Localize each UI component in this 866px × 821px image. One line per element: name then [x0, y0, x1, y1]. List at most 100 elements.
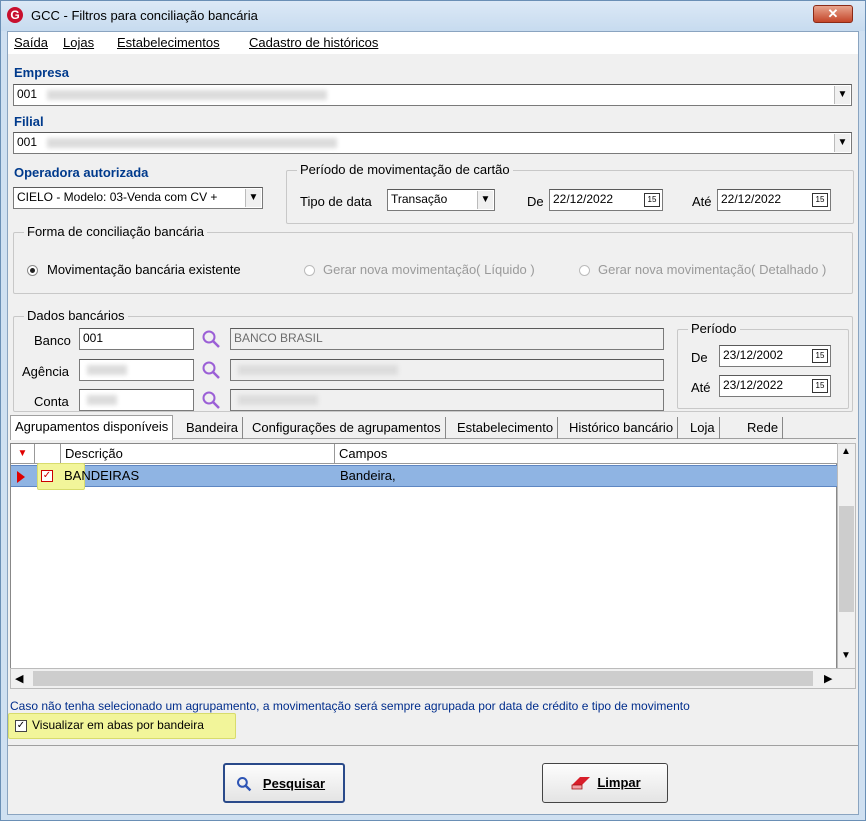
pesquisar-button[interactable]: Pesquisar	[223, 763, 345, 803]
tipo-data-value: Transação	[391, 192, 448, 206]
tab-estabelecimento[interactable]: Estabelecimento	[453, 417, 559, 439]
periodo-title: Período	[688, 321, 740, 336]
chevron-down-icon[interactable]: ▼	[477, 191, 493, 209]
divider	[8, 745, 858, 746]
search-icon[interactable]	[201, 360, 221, 380]
operadora-label: Operadora autorizada	[14, 165, 149, 180]
radio-gerar-liquido[interactable]	[304, 265, 315, 276]
tab-configuracoes[interactable]: Configurações de agrupamentos	[248, 417, 446, 439]
ate-date-value: 22/12/2022	[721, 192, 782, 206]
client-area: Saída Lojas Estabelecimentos Cadastro de…	[7, 31, 859, 815]
window-title: GCC - Filtros para conciliação bancária	[31, 8, 258, 23]
sort-indicator-icon[interactable]: ▼	[11, 444, 35, 464]
calendar-icon[interactable]: 15	[812, 379, 828, 393]
dados-bancarios-group: Dados bancários Banco 001 BANCO BRASIL A…	[13, 308, 853, 412]
option-gerar-detalhado[interactable]: Gerar nova movimentação( Detalhado )	[598, 262, 826, 277]
periodo-de-value: 23/12/2002	[723, 348, 784, 362]
tipo-data-select[interactable]: Transação ▼	[387, 189, 495, 211]
app-logo-icon: G	[7, 7, 23, 23]
de-label: De	[527, 194, 544, 209]
agencia-code-field[interactable]	[79, 359, 194, 381]
limpar-label: Limpar	[597, 775, 641, 790]
close-button[interactable]: ✕	[813, 5, 853, 23]
banco-label: Banco	[34, 333, 71, 348]
menu-bar: Saída Lojas Estabelecimentos Cadastro de…	[8, 32, 858, 54]
operadora-value: CIELO - Modelo: 03-Venda com CV +	[17, 190, 218, 204]
visualizar-label[interactable]: Visualizar em abas por bandeira	[32, 718, 204, 732]
tab-bar: Agrupamentos disponíveis Bandeira Config…	[10, 415, 856, 440]
horizontal-scrollbar[interactable]: ◀ ▶	[10, 668, 856, 689]
filial-label: Filial	[14, 114, 44, 129]
search-icon[interactable]	[201, 329, 221, 349]
tab-rede[interactable]: Rede	[735, 417, 784, 439]
filial-value: 001	[17, 135, 38, 149]
tab-agrupamentos[interactable]: Agrupamentos disponíveis	[10, 415, 174, 440]
filial-select[interactable]: 001 ▼	[13, 132, 852, 154]
calendar-icon[interactable]: 15	[812, 349, 828, 363]
grid-header-campos[interactable]: Campos	[335, 444, 838, 464]
periodo-group: Período De 23/12/2002 15 Até 23/12/2022 …	[677, 321, 849, 409]
scroll-thumb[interactable]	[839, 506, 854, 612]
conta-name-field	[230, 389, 664, 411]
radio-gerar-detalhado[interactable]	[579, 265, 590, 276]
visualizar-checkbox[interactable]: ✓	[15, 720, 27, 732]
current-row-arrow-icon	[17, 471, 25, 483]
menu-saida[interactable]: Saída	[14, 35, 48, 50]
forma-conciliacao-group: Forma de conciliação bancária Movimentaç…	[13, 224, 853, 294]
periodo-de-label: De	[691, 350, 708, 365]
de-date-value: 22/12/2022	[553, 192, 614, 206]
eraser-icon	[571, 777, 590, 790]
conta-label: Conta	[34, 394, 69, 409]
empresa-value: 001	[17, 87, 38, 101]
agencia-label: Agência	[22, 364, 69, 379]
calendar-icon[interactable]: 15	[812, 193, 828, 207]
scroll-down-icon[interactable]: ▼	[841, 650, 851, 661]
scroll-up-icon[interactable]: ▲	[841, 446, 851, 457]
empresa-label: Empresa	[14, 65, 69, 80]
scroll-right-icon[interactable]: ▶	[824, 672, 832, 685]
periodo-de-field[interactable]: 23/12/2002 15	[719, 345, 831, 367]
chevron-down-icon[interactable]: ▼	[834, 86, 850, 104]
row-checkbox[interactable]: ✓	[41, 470, 53, 482]
menu-estabelecimentos[interactable]: Estabelecimentos	[117, 35, 220, 50]
limpar-button[interactable]: Limpar	[542, 763, 668, 803]
periodo-movimentacao-group: Período de movimentação de cartão Tipo d…	[286, 162, 854, 224]
ate-label: Até	[692, 194, 712, 209]
banco-name-field: BANCO BRASIL	[230, 328, 664, 350]
forma-conciliacao-title: Forma de conciliação bancária	[24, 224, 208, 239]
vertical-scrollbar[interactable]: ▲ ▼	[837, 443, 856, 689]
ate-date-field[interactable]: 22/12/2022 15	[717, 189, 831, 211]
operadora-select[interactable]: CIELO - Modelo: 03-Venda com CV + ▼	[13, 187, 263, 209]
scroll-left-icon[interactable]: ◀	[15, 672, 23, 685]
radio-movimentacao-existente[interactable]	[27, 265, 38, 276]
periodo-movimentacao-title: Período de movimentação de cartão	[297, 162, 513, 177]
empresa-select[interactable]: 001 ▼	[13, 84, 852, 106]
chevron-down-icon[interactable]: ▼	[834, 134, 850, 152]
scroll-thumb[interactable]	[33, 671, 813, 686]
tab-historico-bancario[interactable]: Histórico bancário	[565, 417, 679, 439]
de-date-field[interactable]: 22/12/2022 15	[549, 189, 663, 211]
option-movimentacao-existente[interactable]: Movimentação bancária existente	[47, 262, 241, 277]
banco-code-value: 001	[83, 331, 104, 345]
grid-header-descricao[interactable]: Descrição	[61, 444, 335, 464]
tab-loja[interactable]: Loja	[686, 417, 720, 439]
periodo-ate-label: Até	[691, 380, 711, 395]
dados-bancarios-title: Dados bancários	[24, 308, 128, 323]
tab-bandeira[interactable]: Bandeira	[182, 417, 244, 439]
menu-cadastro-historicos[interactable]: Cadastro de históricos	[249, 35, 378, 50]
cell-campos: Bandeira,	[340, 468, 396, 483]
search-icon	[237, 777, 252, 792]
periodo-ate-field[interactable]: 23/12/2022 15	[719, 375, 831, 397]
tipo-data-label: Tipo de data	[300, 194, 372, 209]
chevron-down-icon[interactable]: ▼	[245, 189, 261, 207]
agrupamentos-grid: ▼ Descrição Campos ✓ BANDEIRAS Bandeira,	[10, 443, 838, 689]
banco-code-field[interactable]: 001	[79, 328, 194, 350]
pesquisar-label: Pesquisar	[262, 776, 326, 791]
info-text: Caso não tenha selecionado um agrupament…	[10, 699, 690, 713]
menu-lojas[interactable]: Lojas	[63, 35, 94, 50]
search-icon[interactable]	[201, 390, 221, 410]
option-gerar-liquido[interactable]: Gerar nova movimentação( Líquido )	[323, 262, 535, 277]
conta-code-field[interactable]	[79, 389, 194, 411]
calendar-icon[interactable]: 15	[644, 193, 660, 207]
periodo-ate-value: 23/12/2022	[723, 378, 784, 392]
